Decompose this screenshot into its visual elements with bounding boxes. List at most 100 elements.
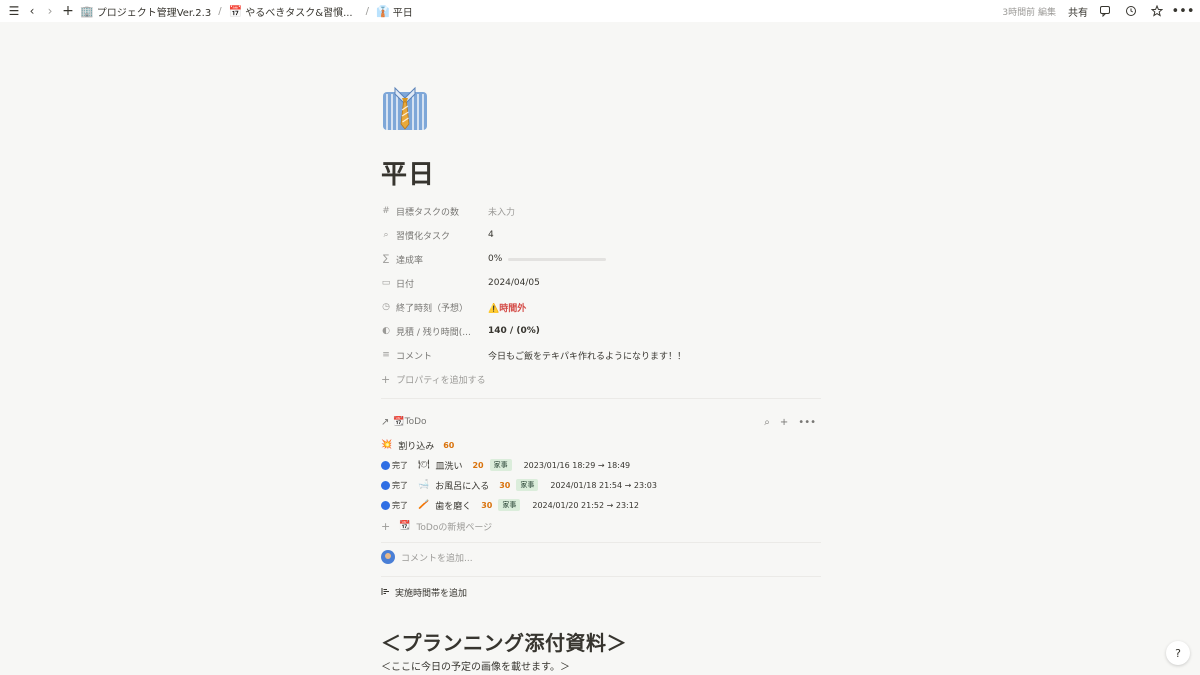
property-date[interactable]: ▭ 日付 2024/04/05 (381, 271, 821, 295)
task-minutes: 60 (443, 440, 455, 450)
property-value[interactable]: ⚠️時間外 (488, 301, 526, 314)
text-lines-icon: ≡ (382, 350, 390, 360)
share-button[interactable]: 共有 (1068, 4, 1088, 19)
necktie-shirt-icon[interactable] (381, 84, 429, 132)
comment-icon[interactable] (1096, 2, 1114, 20)
properties-section: # 目標タスクの数 未入力 ⌕ 習慣化タスク 4 ∑ 達成率 0% ▭ 日付 2024/… (381, 199, 821, 391)
property-name: # 目標タスクの数 (381, 205, 488, 218)
property-label: 日付 (396, 279, 415, 290)
property-name: ▭ 日付 (381, 277, 488, 290)
property-value[interactable]: 未入力 (488, 205, 515, 218)
divider (381, 398, 821, 399)
new-todo-page-button[interactable]: + 📆 ToDoの新規ページ (381, 515, 821, 537)
more-options-icon[interactable]: ••• (1172, 2, 1195, 20)
task-name: 歯を磨く (435, 501, 472, 512)
database-title[interactable]: ToDo (405, 417, 427, 427)
last-edited: 3時間前 編集 (1002, 7, 1056, 18)
new-page-icon[interactable]: + (59, 2, 77, 20)
linked-database-header: ↗ 📆 ToDo ⌕ + ••• (381, 414, 821, 430)
task-date: 2024/01/20 21:52 → 23:12 (532, 500, 639, 510)
property-value[interactable]: 140 / (0%) (488, 326, 540, 336)
section-heading[interactable]: ＜プランニング添付資料＞ (381, 627, 627, 656)
breadcrumb-project[interactable]: 🏢 プロジェクト管理Ver.2.3 (80, 4, 211, 19)
task-date: 2023/01/16 18:29 → 18:49 (523, 460, 631, 470)
property-name: ⌕ 習慣化タスク (381, 229, 488, 242)
breadcrumb-separator: / (218, 5, 222, 17)
status-badge: 完了 (381, 460, 408, 471)
property-value[interactable]: 4 (488, 230, 494, 240)
divider (381, 576, 821, 577)
search-icon[interactable]: ⌕ (764, 417, 770, 428)
search-icon: ⌕ (383, 230, 389, 240)
toothbrush-icon: 🪥 (418, 500, 430, 510)
breadcrumb-label: プロジェクト管理Ver.2.3 (96, 7, 212, 19)
property-value[interactable]: 2024/04/05 (488, 278, 540, 288)
calendar-icon: 📆 (393, 417, 405, 427)
status-label: 完了 (392, 460, 408, 470)
back-icon[interactable]: ‹ (23, 2, 41, 20)
collision-icon: 💥 (381, 440, 393, 450)
comment-input[interactable]: コメントを追加... (381, 550, 473, 564)
breadcrumb-label: やるべきタスク&習慣... (245, 7, 353, 19)
property-estimate-remaining[interactable]: ◐ 見積 / 残り時間(... 140 / (0%) (381, 319, 821, 343)
database-actions: ⌕ + ••• (764, 417, 816, 428)
property-name: ∑ 達成率 (381, 253, 488, 266)
calendar-icon: ▭ (381, 278, 391, 288)
add-timeband-button[interactable]: 実施時間帯を追加 (381, 586, 467, 599)
breadcrumb-tasks[interactable]: 📅 やるべきタスク&習慣... (229, 4, 353, 19)
property-end-time[interactable]: ◷ 終了時刻（予想） ⚠️時間外 (381, 295, 821, 319)
property-comment[interactable]: ≡ コメント 今日もご飯をテキパキ作れるようになります！！ (381, 343, 821, 367)
task-minutes: 30 (481, 500, 493, 510)
task-name: 割り込み (398, 441, 435, 452)
task-name: 皿洗い (435, 461, 463, 472)
divider (381, 542, 821, 543)
calendar-icon: 📅 (228, 4, 243, 18)
property-label: 習慣化タスク (396, 231, 451, 242)
avatar (381, 550, 395, 564)
breadcrumb-current[interactable]: 👔 平日 (376, 4, 413, 19)
list-item[interactable]: 💥 割り込み 60 (381, 435, 821, 455)
property-label: コメント (396, 351, 433, 362)
necktie-icon: 👔 (376, 4, 390, 18)
new-page-label: ToDoの新規ページ (416, 522, 493, 533)
status-label: 完了 (392, 480, 408, 490)
page-title[interactable]: 平日 (381, 154, 435, 191)
category-tag: 家事 (498, 499, 521, 511)
relation-arrow-icon: ↗ (381, 416, 390, 428)
property-value[interactable]: 0% (488, 254, 607, 264)
property-label: 目標タスクの数 (396, 207, 460, 218)
help-button[interactable]: ? (1166, 641, 1190, 665)
list-item[interactable]: 完了 🍽 皿洗い 20 家事 2023/01/16 18:29 → 18:49 (381, 455, 821, 475)
list-item[interactable]: 完了 🪥 歯を磨く 30 家事 2024/01/20 21:52 → 23:12 (381, 495, 821, 515)
property-name: ≡ コメント (381, 349, 488, 362)
rollup-icon: ◐ (382, 326, 390, 336)
clock-icon: ◷ (382, 302, 390, 312)
forward-icon[interactable]: › (41, 2, 59, 20)
favorite-star-icon[interactable] (1148, 2, 1166, 20)
property-habit-tasks[interactable]: ⌕ 習慣化タスク 4 (381, 223, 821, 247)
task-date: 2024/01/18 21:54 → 23:03 (550, 480, 657, 490)
property-label: 見積 / 残り時間(... (396, 327, 471, 338)
property-label: 達成率 (396, 255, 424, 266)
history-icon[interactable] (1122, 2, 1140, 20)
hash-icon: # (382, 206, 390, 216)
property-value[interactable]: 今日もご飯をテキパキ作れるようになります！！ (488, 349, 686, 362)
status-dot-icon (381, 460, 390, 470)
plus-icon[interactable]: + (780, 417, 788, 428)
plus-icon: + (381, 372, 391, 386)
comment-placeholder: コメントを追加... (401, 553, 473, 564)
list-item[interactable]: 完了 🛁 お風呂に入る 30 家事 2024/01/18 21:54 → 23:… (381, 475, 821, 495)
status-badge: 完了 (381, 500, 408, 511)
property-achievement-rate[interactable]: ∑ 達成率 0% (381, 247, 821, 271)
category-tag: 家事 (516, 479, 539, 491)
more-options-icon[interactable]: ••• (798, 417, 816, 428)
property-target-task-count[interactable]: # 目標タスクの数 未入力 (381, 199, 821, 223)
dishes-icon: 🍽 (418, 460, 430, 470)
paragraph-text[interactable]: ＜ここに今日の予定の画像を載せます。＞ (381, 658, 570, 673)
add-property-button[interactable]: + プロパティを追加する (381, 367, 821, 391)
menu-icon[interactable]: ☰ (5, 2, 23, 20)
topbar-actions: 3時間前 編集 共有 ••• (1002, 0, 1195, 22)
task-minutes: 20 (472, 460, 484, 470)
calendar-icon: 📆 (399, 521, 411, 531)
sigma-icon: ∑ (382, 254, 390, 264)
